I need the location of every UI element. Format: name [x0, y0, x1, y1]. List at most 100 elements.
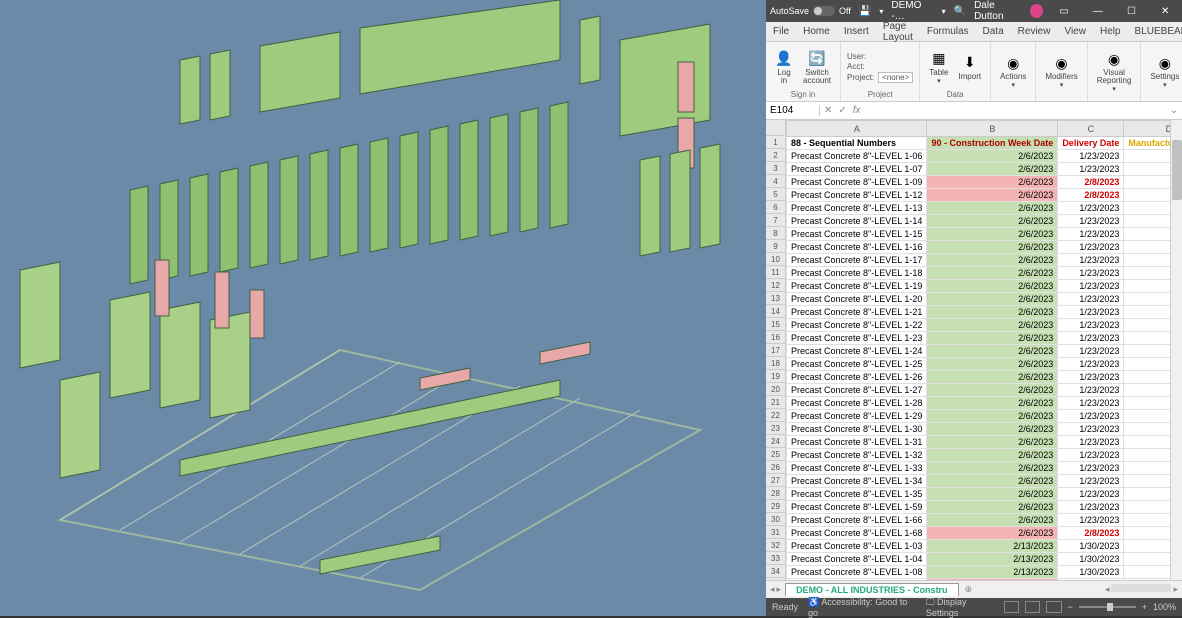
cell[interactable]: 1/13/2023 — [1124, 423, 1170, 436]
table-row[interactable]: Precast Concrete 8"-LEVEL 1-132/6/20231/… — [787, 202, 1171, 215]
cell[interactable]: 1/23/2023 — [1058, 163, 1124, 176]
cell[interactable]: Precast Concrete 8"-LEVEL 1-09 — [787, 176, 927, 189]
row-header[interactable]: 29 — [766, 500, 786, 513]
table-row[interactable]: Precast Concrete 8"-LEVEL 1-032/13/20231… — [787, 540, 1171, 553]
cell[interactable]: 1/30/2023 — [1058, 566, 1124, 579]
table-row[interactable]: Precast Concrete 8"-LEVEL 1-322/6/20231/… — [787, 449, 1171, 462]
row-header[interactable]: 13 — [766, 292, 786, 305]
table-row[interactable]: Precast Concrete 8"-LEVEL 1-252/6/20231/… — [787, 358, 1171, 371]
cell[interactable]: 1/23/2023 — [1058, 475, 1124, 488]
3d-viewport[interactable] — [0, 0, 766, 616]
cell[interactable]: 88 - Sequential Numbers — [787, 137, 927, 150]
row-header[interactable]: 4 — [766, 175, 786, 188]
normal-view-button[interactable] — [1004, 601, 1019, 613]
cell[interactable]: 1/25/2023 — [1124, 189, 1170, 202]
row-header[interactable]: 26 — [766, 461, 786, 474]
cell[interactable]: 1/23/2023 — [1058, 358, 1124, 371]
cell[interactable]: 1/23/2023 — [1058, 397, 1124, 410]
cell[interactable]: 1/23/2023 — [1058, 150, 1124, 163]
cell[interactable]: Precast Concrete 8"-LEVEL 1-66 — [787, 514, 927, 527]
row-header[interactable]: 23 — [766, 422, 786, 435]
table-row[interactable]: Precast Concrete 8"-LEVEL 1-662/6/2023 1/… — [787, 514, 1171, 527]
cell[interactable]: 2/6/2023 — [927, 254, 1058, 267]
import-button[interactable]: ⬇ Import — [955, 52, 984, 83]
cell[interactable]: Precast Concrete 8"-LEVEL 1-68 — [787, 527, 927, 540]
table-row[interactable]: Precast Concrete 8"-LEVEL 1-282/6/20231/… — [787, 397, 1171, 410]
row-header[interactable]: 19 — [766, 370, 786, 383]
row-header[interactable]: 10 — [766, 253, 786, 266]
cell[interactable]: Precast Concrete 8"-LEVEL 1-16 — [787, 241, 927, 254]
cell[interactable]: 1/13/2023 — [1124, 475, 1170, 488]
cell[interactable]: 1/13/2023 — [1124, 397, 1170, 410]
cell[interactable]: 1/30/2023 — [1058, 553, 1124, 566]
cell[interactable]: Precast Concrete 8"-LEVEL 1-27 — [787, 384, 927, 397]
cell[interactable]: 2/13/2023 — [927, 566, 1058, 579]
cell[interactable]: 2/13/2023 — [927, 579, 1058, 581]
tab-home[interactable]: Home — [796, 22, 837, 42]
tab-review[interactable]: Review — [1011, 22, 1058, 42]
cell[interactable]: Precast Concrete 8"-LEVEL 1-26 — [787, 371, 927, 384]
table-row[interactable]: Precast Concrete 8"-LEVEL 1-162/6/20231/… — [787, 241, 1171, 254]
cell[interactable]: 1/23/2023 — [1058, 319, 1124, 332]
hscroll-right-icon[interactable]: ▸ — [1173, 584, 1178, 595]
cell[interactable]: 1/23/2023 — [1058, 215, 1124, 228]
row-header[interactable]: 28 — [766, 487, 786, 500]
cell[interactable]: Precast Concrete 8"-LEVEL 1-22 — [787, 319, 927, 332]
row-header[interactable]: 31 — [766, 526, 786, 539]
row-header[interactable]: 30 — [766, 513, 786, 526]
cell[interactable]: 1/13/2023 — [1124, 215, 1170, 228]
cell[interactable]: 1/23/2023 — [1058, 202, 1124, 215]
cell[interactable]: 1/13/2023 — [1124, 514, 1170, 527]
cell[interactable]: Precast Concrete 8"-LEVEL 1-29 — [787, 410, 927, 423]
cell[interactable]: 2/6/2023 — [927, 345, 1058, 358]
tab-view[interactable]: View — [1057, 22, 1093, 42]
cell[interactable]: 2/6/2023 — [927, 436, 1058, 449]
cell[interactable]: 1/13/2023 — [1124, 384, 1170, 397]
cell[interactable]: 2/6/2023 — [927, 514, 1058, 527]
table-row[interactable]: Precast Concrete 8"-LEVEL 1-122/6/20232/… — [787, 189, 1171, 202]
row-header[interactable]: 7 — [766, 214, 786, 227]
cell[interactable]: Precast Concrete 8"-LEVEL 1-59 — [787, 501, 927, 514]
cell[interactable]: 2/6/2023 — [927, 150, 1058, 163]
save-icon[interactable]: 💾 — [859, 6, 871, 17]
table-row[interactable]: Precast Concrete 8"-LEVEL 1-062/6/20231/… — [787, 150, 1171, 163]
cell[interactable]: 1/23/2023 — [1058, 371, 1124, 384]
cell[interactable]: 2/6/2023 — [927, 449, 1058, 462]
minimize-button[interactable]: — — [1085, 0, 1111, 22]
cell[interactable]: Precast Concrete 8"-LEVEL 1-35 — [787, 488, 927, 501]
cell[interactable]: 1/30/2023 — [1058, 540, 1124, 553]
cell[interactable]: Precast Concrete 8"-LEVEL 1-17 — [787, 254, 927, 267]
cell[interactable]: 1/25/2023 — [1124, 527, 1170, 540]
cell[interactable]: 2/15/2023 — [1058, 579, 1124, 581]
cell[interactable]: 1/13/2023 — [1124, 501, 1170, 514]
ribbon-options-icon[interactable]: ▭ — [1051, 0, 1077, 22]
cell[interactable]: 1/23/2023 — [1058, 384, 1124, 397]
cell[interactable]: 2/6/2023 — [927, 332, 1058, 345]
table-row[interactable]: Precast Concrete 8"-LEVEL 1-262/6/20231/… — [787, 371, 1171, 384]
cell[interactable]: 2/6/2023 — [927, 423, 1058, 436]
cell[interactable]: 2/6/2023 — [927, 384, 1058, 397]
table-row[interactable]: Precast Concrete 8"-LEVEL 1-682/6/20232/… — [787, 527, 1171, 540]
cell[interactable]: 90 - Construction Week Date — [927, 137, 1058, 150]
cell[interactable]: 2/6/2023 — [927, 358, 1058, 371]
row-header[interactable]: 22 — [766, 409, 786, 422]
zoom-out-button[interactable]: − — [1068, 602, 1073, 612]
row-header[interactable]: 6 — [766, 201, 786, 214]
cell[interactable]: 2/6/2023 — [927, 501, 1058, 514]
table-row[interactable]: Precast Concrete 8"-LEVEL 1-212/6/20231/… — [787, 306, 1171, 319]
vertical-scrollbar[interactable] — [1170, 120, 1182, 580]
cell[interactable]: 1/13/2023 — [1124, 280, 1170, 293]
tab-file[interactable]: File — [766, 22, 796, 42]
row-header[interactable]: 32 — [766, 539, 786, 552]
cell[interactable]: 2/6/2023 — [927, 527, 1058, 540]
cell[interactable]: 2/6/2023 — [927, 280, 1058, 293]
row-header[interactable]: 3 — [766, 162, 786, 175]
sheet-nav-first-icon[interactable]: ◂ — [770, 584, 775, 595]
horizontal-scrollbar[interactable] — [1111, 584, 1171, 592]
cell[interactable]: Precast Concrete 8"-LEVEL 1-24 — [787, 345, 927, 358]
row-header[interactable]: 1 — [766, 136, 786, 149]
table-row[interactable]: Precast Concrete 8"-LEVEL 1-352/6/20231/… — [787, 488, 1171, 501]
cell[interactable]: Precast Concrete 8"-LEVEL 1-18 — [787, 267, 927, 280]
row-header[interactable]: 5 — [766, 188, 786, 201]
filename-dropdown-icon[interactable]: ▾ — [942, 7, 946, 16]
